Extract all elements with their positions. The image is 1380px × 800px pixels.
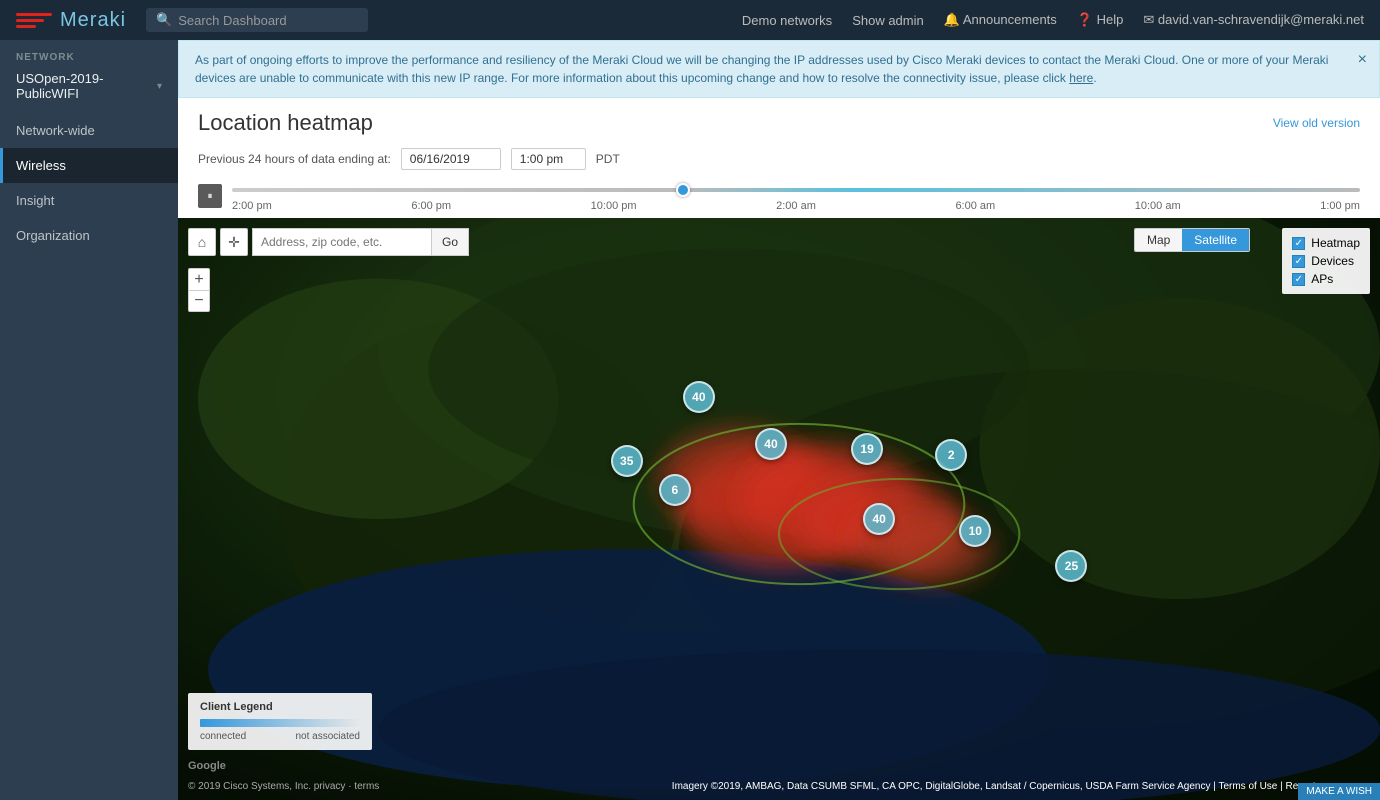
layer-toggle-heatmap[interactable]: ✓ Heatmap: [1292, 236, 1360, 250]
meraki-brand: Meraki: [60, 9, 126, 32]
chevron-down-icon: ▾: [157, 81, 162, 92]
map-attribution: Imagery ©2019, AMBAG, Data CSUMB SFML, C…: [672, 781, 1370, 792]
cisco-logo: [16, 9, 52, 31]
page-content: Location heatmap View old version Previo…: [178, 98, 1380, 800]
devices-label: Devices: [1311, 254, 1354, 268]
time-controls: Previous 24 hours of data ending at: PDT: [178, 144, 1380, 178]
aps-checkbox[interactable]: ✓: [1292, 273, 1305, 286]
map-top-controls: ⌂ ✛ Go: [188, 228, 469, 256]
map-home-button[interactable]: ⌂: [188, 228, 216, 256]
view-old-version-link[interactable]: View old version: [1273, 116, 1360, 130]
sidebar: NETWORK USOpen-2019-PublicWIFI ▾ Network…: [0, 40, 178, 800]
legend-labels: connected not associated: [200, 731, 360, 742]
time-slider[interactable]: 2:00 pm 6:00 pm 10:00 pm 2:00 am 6:00 am…: [232, 180, 1360, 212]
ap-cluster-6[interactable]: 40: [863, 503, 895, 535]
banner-link[interactable]: here: [1069, 71, 1093, 85]
slider-thumb[interactable]: [676, 183, 690, 197]
slider-label-2: 10:00 pm: [591, 200, 637, 212]
date-input[interactable]: [401, 148, 501, 170]
demo-networks-link[interactable]: Demo networks: [742, 13, 832, 28]
show-admin-link[interactable]: Show admin: [852, 13, 924, 28]
content-area: As part of ongoing efforts to improve th…: [178, 40, 1380, 800]
heatmap-checkbox[interactable]: ✓: [1292, 237, 1305, 250]
pause-button[interactable]: ⏸: [198, 184, 222, 208]
ap-cluster-2[interactable]: 40: [755, 428, 787, 460]
legend-title: Client Legend: [200, 701, 360, 713]
slider-label-4: 6:00 am: [955, 200, 995, 212]
page-header: Location heatmap View old version: [178, 98, 1380, 144]
search-icon: 🔍: [156, 12, 172, 28]
help-link[interactable]: ❓ Help: [1077, 12, 1124, 28]
slider-label-6: 1:00 pm: [1320, 200, 1360, 212]
map-copyright: © 2019 Cisco Systems, Inc. privacy · ter…: [188, 781, 379, 792]
ap-cluster-1[interactable]: 35: [611, 445, 643, 477]
map-type-map-button[interactable]: Map: [1135, 229, 1182, 251]
bell-icon: 🔔: [944, 12, 960, 27]
legend-bar: [200, 719, 360, 727]
slider-background: [232, 188, 1360, 192]
search-area[interactable]: 🔍: [146, 8, 368, 32]
map-go-button[interactable]: Go: [432, 228, 469, 256]
network-section-label: NETWORK: [0, 40, 178, 67]
make-a-wish-button[interactable]: MAKE A WISH: [1298, 783, 1380, 800]
time-label: Previous 24 hours of data ending at:: [198, 152, 391, 166]
slider-label-1: 6:00 pm: [411, 200, 451, 212]
ap-cluster-3[interactable]: 19: [851, 433, 883, 465]
nav-right: Demo networks Show admin 🔔 Announcements…: [742, 12, 1364, 28]
google-watermark: Google: [188, 760, 226, 772]
map-zoom-controls: + −: [188, 268, 210, 312]
top-navigation: Meraki 🔍 Demo networks Show admin 🔔 Anno…: [0, 0, 1380, 40]
search-input[interactable]: [178, 13, 358, 28]
main-layout: NETWORK USOpen-2019-PublicWIFI ▾ Network…: [0, 40, 1380, 800]
banner-text: As part of ongoing efforts to improve th…: [195, 51, 1363, 87]
slider-label-5: 10:00 am: [1135, 200, 1181, 212]
map-type-toggle: Map Satellite: [1134, 228, 1250, 252]
slider-track[interactable]: [232, 180, 1360, 200]
map-search-input[interactable]: [252, 228, 432, 256]
logo-area: Meraki: [16, 9, 126, 32]
layer-toggles: ✓ Heatmap ✓ Devices ✓ APs: [1282, 228, 1370, 294]
slider-label-3: 2:00 am: [776, 200, 816, 212]
devices-checkbox[interactable]: ✓: [1292, 255, 1305, 268]
email-icon: ✉: [1143, 12, 1154, 27]
map-type-satellite-button[interactable]: Satellite: [1182, 229, 1249, 251]
timezone-label: PDT: [596, 152, 620, 166]
map-search-box: Go: [252, 228, 469, 256]
map-wrapper: 40 35 40 19 2 6 40 10 25 ⌂ ✛ Go: [178, 218, 1380, 800]
zoom-in-button[interactable]: +: [188, 268, 210, 290]
aps-label: APs: [1311, 272, 1333, 286]
network-name-selector[interactable]: USOpen-2019-PublicWIFI ▾: [0, 67, 178, 113]
close-icon[interactable]: ×: [1358, 51, 1367, 69]
layer-toggle-devices[interactable]: ✓ Devices: [1292, 254, 1360, 268]
map-background[interactable]: 40 35 40 19 2 6 40 10 25 ⌂ ✛ Go: [178, 218, 1380, 800]
pause-icon: ⏸: [208, 191, 213, 202]
ap-cluster-7[interactable]: 10: [959, 515, 991, 547]
map-crosshair-button[interactable]: ✛: [220, 228, 248, 256]
announcements-link[interactable]: 🔔 Announcements: [944, 12, 1057, 28]
time-input[interactable]: [511, 148, 586, 170]
ap-cluster-5[interactable]: 6: [659, 474, 691, 506]
legend-not-associated-label: not associated: [296, 731, 361, 742]
info-banner: As part of ongoing efforts to improve th…: [178, 40, 1380, 98]
sidebar-item-wireless[interactable]: Wireless: [0, 148, 178, 183]
heatmap-label: Heatmap: [1311, 236, 1360, 250]
help-icon: ❓: [1077, 12, 1093, 27]
client-legend: Client Legend connected not associated: [188, 693, 372, 750]
sidebar-item-organization[interactable]: Organization: [0, 218, 178, 253]
zoom-out-button[interactable]: −: [188, 290, 210, 312]
ap-cluster-0[interactable]: 40: [683, 381, 715, 413]
legend-connected-label: connected: [200, 731, 246, 742]
user-email-link[interactable]: ✉ david.van-schravendijk@meraki.net: [1143, 12, 1364, 28]
sidebar-item-insight[interactable]: Insight: [0, 183, 178, 218]
page-title: Location heatmap: [198, 110, 373, 136]
slider-area: ⏸ 2:00 pm 6:00 pm 10:00 pm 2:00 am 6:00 …: [178, 178, 1380, 218]
slider-label-0: 2:00 pm: [232, 200, 272, 212]
slider-labels: 2:00 pm 6:00 pm 10:00 pm 2:00 am 6:00 am…: [232, 200, 1360, 212]
ap-cluster-4[interactable]: 2: [935, 439, 967, 471]
ap-cluster-8[interactable]: 25: [1055, 550, 1087, 582]
sidebar-item-network-wide[interactable]: Network-wide: [0, 113, 178, 148]
layer-toggle-aps[interactable]: ✓ APs: [1292, 272, 1360, 286]
